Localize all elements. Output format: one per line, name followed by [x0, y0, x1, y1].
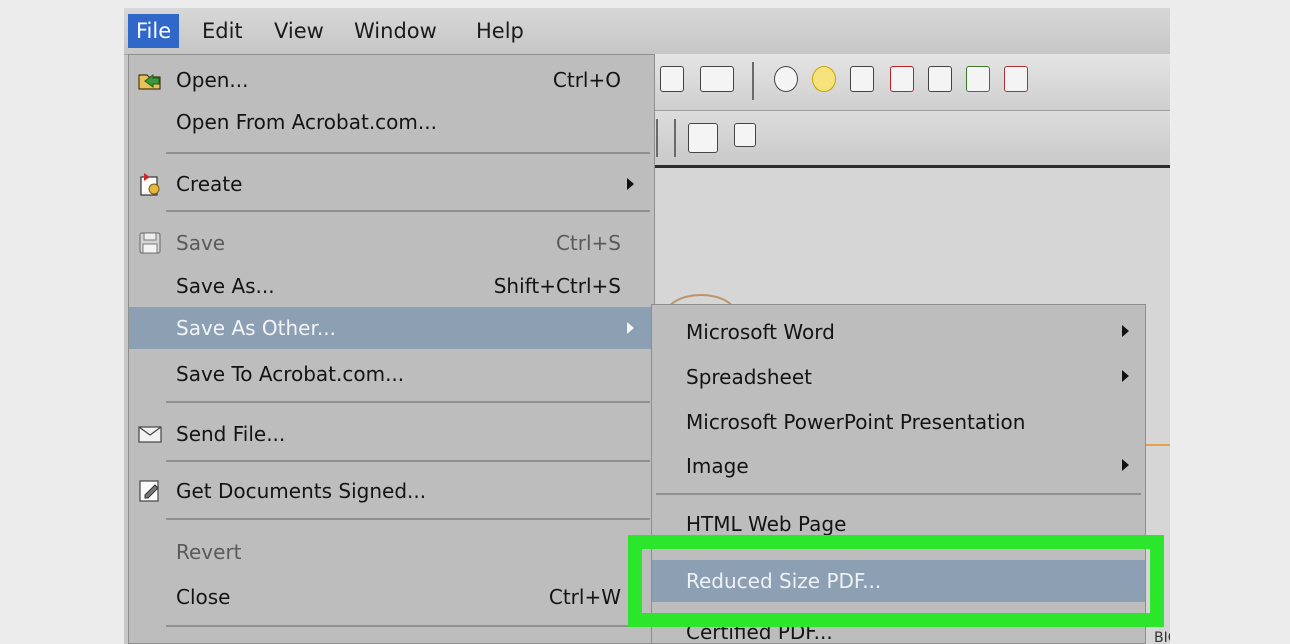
menu-item-label: Reduced Size PDF...	[686, 569, 882, 593]
fit-page-icon[interactable]	[734, 123, 756, 147]
menu-item-label: Save As...	[176, 274, 275, 298]
menu-separator	[656, 493, 1141, 495]
menu-help[interactable]: Help	[468, 14, 532, 48]
shortcut-label: Shift+Ctrl+S	[493, 274, 621, 298]
menu-item-label: Close	[176, 585, 231, 609]
submenu-item-microsoft-word[interactable]: Microsoft Word	[652, 311, 1145, 353]
menu-bar: File Edit View Window Help	[124, 8, 1170, 55]
comment-icon[interactable]	[812, 66, 836, 92]
menu-item-label: Save	[176, 231, 226, 255]
edit-document-icon[interactable]	[660, 66, 684, 92]
submenu-item-certified-pdf[interactable]: Certified PDF...	[652, 611, 1145, 644]
shortcut-label: Ctrl+O	[552, 68, 621, 92]
open-folder-icon	[137, 67, 163, 93]
menu-item-close[interactable]: Close Ctrl+W	[129, 576, 654, 618]
menu-item-save-as-other[interactable]: Save As Other...	[129, 307, 654, 349]
menu-item-send-file[interactable]: Send File...	[129, 413, 654, 455]
menu-separator	[166, 625, 650, 627]
secure-document-icon[interactable]	[890, 66, 914, 92]
submenu-arrow-icon	[1122, 370, 1129, 382]
menu-item-label: Microsoft Word	[686, 320, 835, 344]
menu-item-label: Microsoft PowerPoint Presentation	[686, 410, 1026, 434]
menu-item-label: Save To Acrobat.com...	[176, 362, 405, 386]
file-menu: Open... Ctrl+O Open From Acrobat.com... …	[128, 54, 655, 644]
menu-separator	[166, 518, 650, 520]
submenu-item-html-web-page[interactable]: HTML Web Page	[652, 503, 1145, 545]
envelope-icon	[137, 421, 163, 447]
menu-separator	[166, 401, 650, 403]
menu-item-save[interactable]: Save Ctrl+S	[129, 222, 654, 264]
menu-separator	[166, 210, 650, 212]
menu-item-label: Create	[176, 172, 243, 196]
shortcut-label: Ctrl+W	[548, 585, 621, 609]
menu-item-open[interactable]: Open... Ctrl+O	[129, 59, 654, 101]
menu-item-get-documents-signed[interactable]: Get Documents Signed...	[129, 470, 654, 512]
menu-edit[interactable]: Edit	[194, 14, 251, 48]
menu-item-label: Open...	[176, 68, 249, 92]
submenu-arrow-icon	[1122, 459, 1129, 471]
toolbar-divider	[656, 119, 658, 157]
menu-window[interactable]: Window	[346, 14, 445, 48]
toolbar-divider	[752, 62, 754, 100]
sign-document-icon	[137, 478, 163, 504]
menu-item-save-as[interactable]: Save As... Shift+Ctrl+S	[129, 265, 654, 307]
menu-item-label: Spreadsheet	[686, 365, 812, 389]
toolbar-divider	[674, 119, 676, 157]
shortcut-label: Ctrl+S	[555, 231, 621, 255]
floppy-disk-icon[interactable]	[688, 123, 718, 153]
menu-item-label: Send File...	[176, 422, 286, 446]
gear-icon[interactable]	[774, 66, 798, 92]
menu-item-save-to-acrobat[interactable]: Save To Acrobat.com...	[129, 353, 654, 395]
submenu-arrow-icon	[627, 178, 634, 190]
toolbar-top	[654, 54, 1170, 111]
menu-item-label: Save As Other...	[176, 316, 336, 340]
toolbar-secondary	[654, 111, 1170, 168]
menu-view[interactable]: View	[266, 14, 332, 48]
menu-item-label: Revert	[176, 540, 242, 564]
menu-item-label: HTML Web Page	[686, 512, 847, 536]
menu-separator	[166, 460, 650, 462]
submenu-item-powerpoint[interactable]: Microsoft PowerPoint Presentation	[652, 401, 1145, 443]
menu-item-create[interactable]: Create	[129, 163, 654, 205]
create-pdf-icon	[137, 171, 163, 197]
envelope-icon[interactable]	[700, 66, 734, 92]
submenu-item-image[interactable]: Image	[652, 445, 1145, 487]
sign-icon[interactable]	[850, 66, 874, 92]
submenu-item-spreadsheet[interactable]: Spreadsheet	[652, 356, 1145, 398]
menu-file[interactable]: File	[128, 14, 180, 48]
floppy-disk-icon	[137, 230, 163, 256]
menu-item-label: Certified PDF...	[686, 620, 833, 644]
save-as-other-submenu: Microsoft Word Spreadsheet Microsoft Pow…	[651, 304, 1146, 644]
menu-item-label: Open From Acrobat.com...	[176, 110, 437, 134]
document-search-icon[interactable]	[928, 66, 952, 92]
submenu-item-reduced-size-pdf[interactable]: Reduced Size PDF...	[652, 560, 1145, 602]
menu-item-label: Image	[686, 454, 749, 478]
menu-item-label: Get Documents Signed...	[176, 479, 427, 503]
menu-item-open-from-acrobat[interactable]: Open From Acrobat.com...	[129, 101, 654, 143]
submenu-arrow-icon	[627, 322, 634, 334]
menu-item-revert[interactable]: Revert	[129, 531, 654, 573]
submenu-arrow-icon	[1122, 325, 1129, 337]
export-document-icon[interactable]	[966, 66, 990, 92]
menu-separator	[166, 152, 650, 154]
edit-form-icon[interactable]	[1004, 66, 1028, 92]
document-text-fragment: BIC	[1154, 630, 1170, 644]
